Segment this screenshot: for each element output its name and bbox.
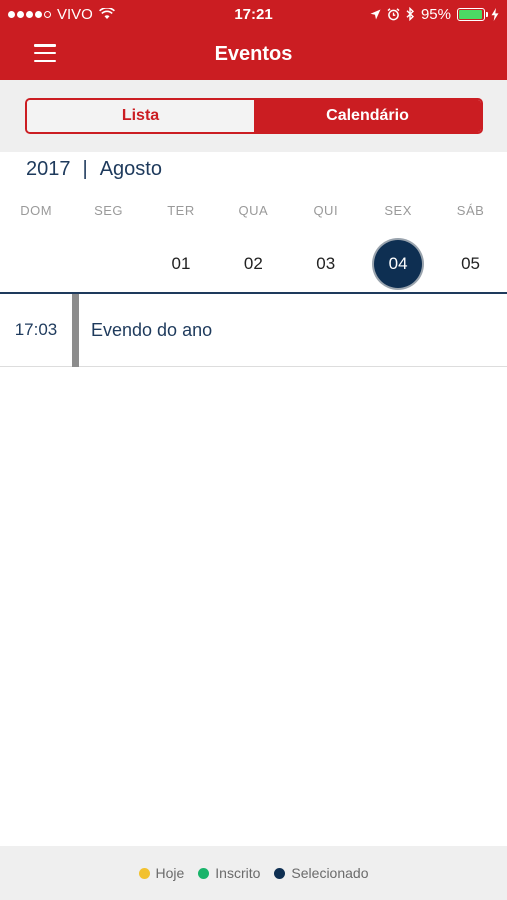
week-days-row: 01 02 03 04 05 — [0, 238, 507, 290]
day-number[interactable]: 05 — [447, 240, 495, 288]
legend-item-inscrito: Inscrito — [198, 865, 260, 881]
event-title: Evendo do ano — [91, 319, 213, 340]
signal-strength-icon — [8, 10, 51, 18]
weekday-label: TER — [167, 203, 195, 218]
legend-dot-icon — [198, 867, 210, 879]
weekday-row: DOM SEG TER QUA QUI SEX SÁB — [0, 203, 507, 218]
weekday-label: QUA — [238, 203, 269, 218]
carrier-label: VIVO — [57, 5, 93, 23]
battery-fill — [459, 9, 482, 19]
month-label: Agosto — [99, 158, 162, 180]
day-cell-selected: 04 — [362, 238, 434, 290]
weekday-label: QUI — [313, 203, 339, 218]
status-time: 17:21 — [234, 5, 273, 23]
page-title: Eventos — [214, 42, 293, 65]
day-cell-empty — [72, 238, 144, 290]
location-arrow-icon — [370, 9, 381, 19]
legend-dot-icon — [138, 867, 150, 879]
tab-calendario[interactable]: Calendário — [254, 100, 481, 132]
status-bar: VIVO 17:21 95% — [0, 0, 507, 28]
legend-bar: Hoje Inscrito Selecionado — [0, 846, 507, 900]
status-left: VIVO — [8, 6, 178, 23]
nav-bar: Eventos — [0, 28, 507, 80]
selected-day-number[interactable]: 04 — [374, 240, 423, 288]
weekday-label: DOM — [20, 203, 53, 218]
month-header: 2017 | Agosto — [26, 158, 162, 181]
day-cell: 03 — [290, 238, 362, 290]
view-segmented-control: Lista Calendário — [25, 98, 483, 134]
alarm-clock-icon — [387, 7, 400, 20]
battery-icon — [457, 7, 488, 21]
legend-item-hoje: Hoje — [138, 865, 185, 881]
day-number[interactable]: 02 — [229, 240, 277, 288]
legend-label: Inscrito — [215, 865, 261, 881]
day-cell: 01 — [145, 238, 217, 290]
legend-label: Selecionado — [291, 865, 369, 881]
day-cell: 02 — [217, 238, 289, 290]
day-cell: 05 — [434, 238, 506, 290]
lightning-bolt-icon — [491, 7, 499, 21]
bluetooth-icon — [406, 7, 414, 21]
day-number — [85, 240, 133, 288]
year-label: 2017 — [26, 158, 71, 180]
tab-lista[interactable]: Lista — [27, 100, 254, 132]
event-time: 17:03 — [14, 320, 58, 339]
day-number[interactable]: 01 — [157, 240, 205, 288]
weekday-label: SEX — [384, 203, 412, 218]
weekday-label: SEG — [94, 203, 124, 218]
status-right: 95% — [329, 6, 499, 23]
weekday-label: SÁB — [456, 203, 485, 218]
legend-label: Hoje — [155, 865, 185, 881]
event-item[interactable]: 17:03 Evendo do ano — [0, 293, 507, 367]
day-number — [12, 240, 60, 288]
legend-dot-icon — [274, 867, 286, 879]
header-separator: | — [82, 158, 88, 180]
day-cell-empty — [0, 238, 72, 290]
wifi-icon — [98, 8, 115, 19]
battery-percent: 95% — [420, 5, 451, 23]
segment-container: Lista Calendário — [0, 80, 507, 152]
hamburger-menu-icon[interactable] — [34, 44, 56, 62]
event-status-bar — [72, 293, 79, 367]
legend-item-selecionado: Selecionado — [274, 865, 368, 881]
day-number[interactable]: 03 — [302, 240, 350, 288]
